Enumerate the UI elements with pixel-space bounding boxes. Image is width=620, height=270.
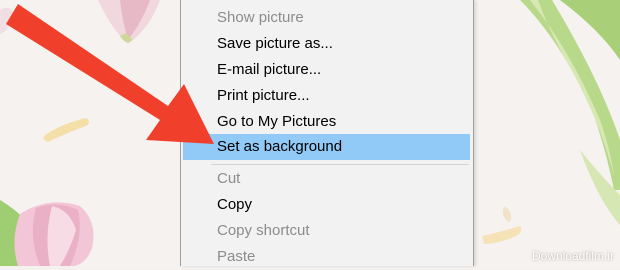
menu-item-email-picture[interactable]: E-mail picture... — [181, 57, 473, 83]
menu-item-copy-shortcut[interactable]: Copy shortcut — [181, 218, 473, 244]
menu-item-copy[interactable]: Copy — [181, 192, 473, 218]
menu-separator — [211, 164, 469, 165]
menu-item-show-picture[interactable]: Show picture — [181, 5, 473, 31]
menu-item-go-to-my-pictures[interactable]: Go to My Pictures — [181, 109, 473, 135]
menu-item-save-picture-as[interactable]: Save picture as... — [181, 31, 473, 57]
context-menu: Show picture Save picture as... E-mail p… — [180, 0, 474, 266]
watermark-text: Downloadfilm.ir — [531, 249, 614, 263]
menu-item-set-as-background[interactable]: Set as background — [183, 134, 470, 160]
menu-item-cut[interactable]: Cut — [181, 166, 473, 192]
tulip-bottom-left — [0, 200, 94, 266]
menu-item-paste[interactable]: Paste — [181, 244, 473, 270]
menu-item-print-picture[interactable]: Print picture... — [181, 83, 473, 109]
